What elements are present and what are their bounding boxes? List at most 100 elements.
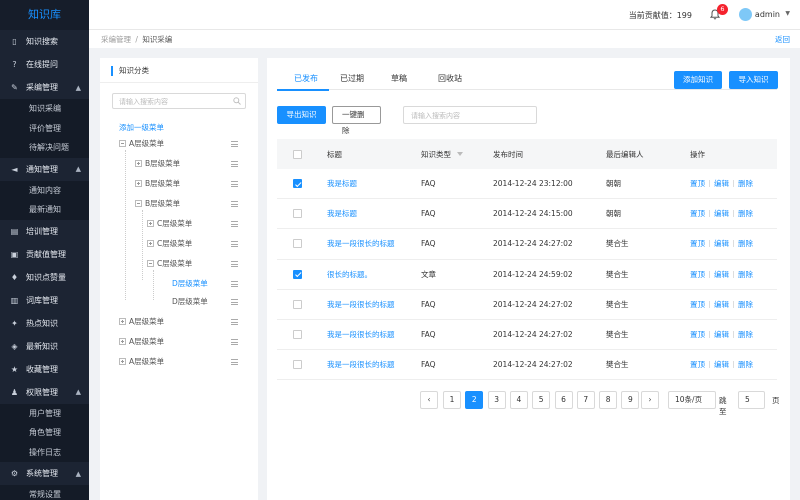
tree-node[interactable]: A层级菜单 xyxy=(119,138,164,150)
drag-handle-icon[interactable] xyxy=(231,221,238,227)
delete-link[interactable]: 删除 xyxy=(738,329,753,340)
delete-link[interactable]: 删除 xyxy=(738,178,753,189)
row-title-link[interactable]: 我是标题 xyxy=(327,199,357,228)
row-title-link[interactable]: 我是一段很长的标题 xyxy=(327,290,395,319)
submenu-item[interactable]: 操作日志 xyxy=(0,443,89,463)
submenu-item[interactable]: 最新通知 xyxy=(0,200,89,220)
page-button[interactable]: 2 xyxy=(465,391,484,409)
drag-handle-icon[interactable] xyxy=(231,281,238,287)
sidebar-item-4[interactable]: ▤ 培训管理 xyxy=(0,220,89,243)
add-knowledge-button[interactable]: 添加知识 xyxy=(674,71,722,89)
pin-top-link[interactable]: 置顶 xyxy=(690,178,705,189)
row-checkbox[interactable] xyxy=(293,269,302,279)
delete-link[interactable]: 删除 xyxy=(738,208,753,219)
collapse-icon[interactable] xyxy=(135,200,142,207)
row-checkbox[interactable] xyxy=(293,360,302,370)
collapse-icon[interactable] xyxy=(119,140,126,147)
pin-top-link[interactable]: 置顶 xyxy=(690,238,705,249)
row-checkbox[interactable] xyxy=(293,299,302,309)
breadcrumb-parent[interactable]: 采编管理 xyxy=(101,35,131,44)
sidebar-item-10[interactable]: ★ 收藏管理 xyxy=(0,358,89,381)
add-first-level-link[interactable]: 添加一级菜单 xyxy=(119,122,164,133)
category-search-input[interactable]: 请输入搜索内容 xyxy=(112,93,246,109)
submenu-item[interactable]: 通知内容 xyxy=(0,181,89,201)
tab-draft[interactable]: 草稿 xyxy=(391,73,407,84)
tree-node[interactable]: B层级菜单 xyxy=(135,198,180,210)
expand-icon[interactable] xyxy=(135,180,142,187)
filter-icon[interactable] xyxy=(457,152,463,156)
pin-top-link[interactable]: 置顶 xyxy=(690,208,705,219)
page-button[interactable]: 7 xyxy=(576,391,595,409)
expand-icon[interactable] xyxy=(147,220,154,227)
sidebar-item-2[interactable]: ✎ 采编管理 ▲ xyxy=(0,76,89,99)
pin-top-link[interactable]: 置顶 xyxy=(690,329,705,340)
sidebar-item-12[interactable]: ⚙ 系统管理 ▲ xyxy=(0,462,89,485)
tree-node[interactable]: D层级菜单 xyxy=(172,296,208,308)
row-checkbox[interactable] xyxy=(293,330,302,340)
tree-node[interactable]: A层级菜单 xyxy=(119,336,164,348)
row-title-link[interactable]: 很长的标题。 xyxy=(327,260,372,289)
expand-icon[interactable] xyxy=(147,240,154,247)
delete-link[interactable]: 删除 xyxy=(738,299,753,310)
edit-link[interactable]: 编辑 xyxy=(714,329,729,340)
edit-link[interactable]: 编辑 xyxy=(714,299,729,310)
drag-handle-icon[interactable] xyxy=(231,161,238,167)
delete-link[interactable]: 删除 xyxy=(738,269,753,280)
chevron-down-icon[interactable]: ▼ xyxy=(785,10,790,17)
submenu-item[interactable]: 常规设置 xyxy=(0,485,89,500)
export-knowledge-button[interactable]: 导出知识 xyxy=(277,106,326,124)
tab-recycle-bin[interactable]: 回收站 xyxy=(438,73,462,84)
delete-link[interactable]: 删除 xyxy=(738,238,753,249)
edit-link[interactable]: 编辑 xyxy=(714,208,729,219)
page-button[interactable]: 4 xyxy=(509,391,528,409)
page-button[interactable]: 8 xyxy=(599,391,618,409)
drag-handle-icon[interactable] xyxy=(231,319,238,325)
tree-node[interactable]: C层级菜单 xyxy=(147,258,192,270)
drag-handle-icon[interactable] xyxy=(231,359,238,365)
tree-node[interactable]: A层级菜单 xyxy=(119,356,164,368)
page-button[interactable]: 9 xyxy=(621,391,640,409)
pin-top-link[interactable]: 置顶 xyxy=(690,299,705,310)
sidebar-item-5[interactable]: ▣ 贡献值管理 xyxy=(0,243,89,266)
edit-link[interactable]: 编辑 xyxy=(714,178,729,189)
notification-bell[interactable]: 6 xyxy=(709,4,728,20)
row-checkbox[interactable] xyxy=(293,239,302,249)
delete-link[interactable]: 删除 xyxy=(738,359,753,370)
edit-link[interactable]: 编辑 xyxy=(714,359,729,370)
back-link[interactable]: 返回 xyxy=(775,34,790,45)
avatar[interactable] xyxy=(739,8,752,21)
page-button[interactable]: 1 xyxy=(443,391,461,409)
row-checkbox[interactable] xyxy=(293,179,302,189)
sidebar-item-9[interactable]: ◈ 最新知识 xyxy=(0,335,89,358)
expand-icon[interactable] xyxy=(135,160,142,167)
import-knowledge-button[interactable]: 导入知识 xyxy=(729,71,778,89)
drag-handle-icon[interactable] xyxy=(231,141,238,147)
row-title-link[interactable]: 我是一段很长的标题 xyxy=(327,229,395,258)
expand-icon[interactable] xyxy=(119,318,126,325)
tree-node[interactable]: C层级菜单 xyxy=(147,218,192,230)
knowledge-search-input[interactable]: 请输入搜索内容 xyxy=(403,106,537,124)
sidebar-item-1[interactable]: ? 在线提问 xyxy=(0,53,89,76)
prev-page-button[interactable]: ‹ xyxy=(420,391,438,409)
page-size-select[interactable]: 10条/页 xyxy=(668,391,716,409)
app-logo[interactable]: 知识库 xyxy=(0,0,89,30)
submenu-item[interactable]: 评价管理 xyxy=(0,119,89,139)
submenu-item[interactable]: 用户管理 xyxy=(0,404,89,424)
jump-page-input[interactable]: 5 xyxy=(738,391,765,409)
delete-all-button[interactable]: 一键删除 xyxy=(332,106,381,135)
pin-top-link[interactable]: 置顶 xyxy=(690,359,705,370)
tree-node[interactable]: D层级菜单 xyxy=(172,278,208,290)
submenu-item[interactable]: 角色管理 xyxy=(0,423,89,443)
drag-handle-icon[interactable] xyxy=(231,299,238,305)
row-checkbox[interactable] xyxy=(293,209,302,219)
search-icon[interactable] xyxy=(233,97,241,105)
edit-link[interactable]: 编辑 xyxy=(714,238,729,249)
pin-top-link[interactable]: 置顶 xyxy=(690,269,705,280)
tab-published[interactable]: 已发布 xyxy=(294,73,318,84)
expand-icon[interactable] xyxy=(119,358,126,365)
tree-node[interactable]: A层级菜单 xyxy=(119,316,164,328)
submenu-item[interactable]: 待解决问题 xyxy=(0,138,89,158)
tree-node[interactable]: B层级菜单 xyxy=(135,158,180,170)
row-title-link[interactable]: 我是标题 xyxy=(327,169,357,198)
collapse-icon[interactable] xyxy=(147,260,154,267)
